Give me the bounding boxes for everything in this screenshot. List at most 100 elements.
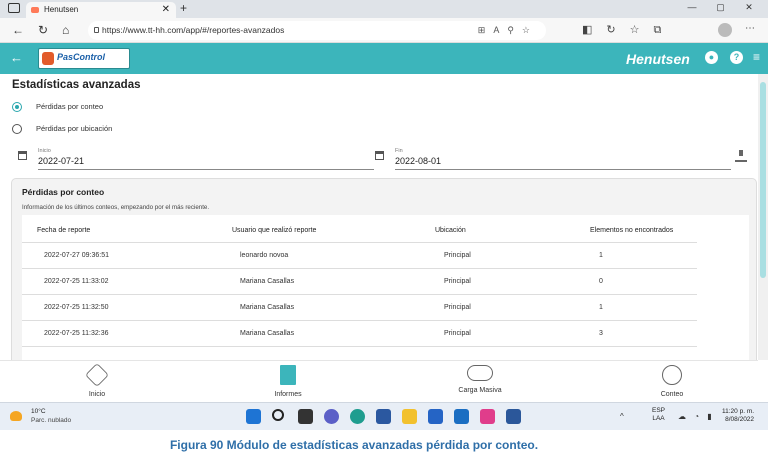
col-elementos[interactable]: Elementos no encontrados <box>590 227 673 234</box>
nav-informes-label: Informes <box>274 391 302 398</box>
table-row[interactable]: 2022-07-25 11:33:02 Mariana Casallas Pri… <box>22 269 697 295</box>
maximize-button[interactable]: ▢ <box>707 2 733 13</box>
app-header: ← PasControl Henutsen ● ? ≡ <box>0 43 768 74</box>
lang-layout: LAA <box>652 415 665 422</box>
radio-perdidas-ubicacion[interactable]: Pérdidas por ubicación <box>12 124 113 135</box>
weather-desc[interactable]: Parc. nublado <box>31 417 71 424</box>
target-icon <box>662 365 682 385</box>
nav-carga-label: Carga Masiva <box>458 387 502 394</box>
favicon-icon <box>31 7 39 13</box>
word-icon[interactable] <box>506 409 521 424</box>
radio-selected-icon[interactable] <box>12 102 22 113</box>
inicio-value[interactable]: 2022-07-21 <box>38 156 84 166</box>
col-usuario[interactable]: Usuario que realizó reporte <box>232 227 316 234</box>
radio-label-conteo: Pérdidas por conteo <box>36 102 104 111</box>
taskbar-clock[interactable]: 11:20 p. m. 8/08/2022 <box>722 408 754 424</box>
file-explorer-icon[interactable] <box>402 409 417 424</box>
chat-icon[interactable] <box>324 409 339 424</box>
cell-ubicacion: Principal <box>444 278 471 285</box>
cell-elementos: 1 <box>599 304 603 311</box>
fin-label: Fin <box>395 148 403 154</box>
radio-perdidas-conteo[interactable]: Pérdidas por conteo <box>12 102 104 113</box>
refresh-icon[interactable]: ↻ <box>38 23 48 37</box>
nav-informes[interactable]: Informes <box>243 365 333 398</box>
address-bar-row: ← ↻ ⌂ https://www.tt-hh.com/app/#/report… <box>0 18 768 43</box>
app-back-icon[interactable]: ← <box>10 50 23 65</box>
bottom-nav: Inicio Informes Carga Masiva Conteo <box>0 360 758 402</box>
edge-icon[interactable] <box>350 409 365 424</box>
clock-date: 8/08/2022 <box>725 416 755 423</box>
instagram-icon[interactable] <box>480 409 495 424</box>
pascontrol-logo[interactable]: PasControl <box>38 48 130 69</box>
minimize-button[interactable]: — <box>679 2 705 12</box>
main-content: Estadísticas avanzadas Pérdidas por cont… <box>0 74 758 360</box>
page-scrollbar[interactable] <box>758 74 768 360</box>
table-row[interactable]: 2022-07-25 11:32:50 Mariana Casallas Pri… <box>22 295 697 321</box>
browser-toolbar-icons[interactable]: ◧↻☆⧉ <box>582 23 675 37</box>
cell-elementos: 1 <box>599 252 603 259</box>
tray-icons[interactable]: ☁ ◔ ▮ <box>678 412 715 421</box>
cell-usuario: leonardo novoa <box>240 252 289 259</box>
nav-inicio[interactable]: Inicio <box>52 362 142 398</box>
tray-chevron-icon[interactable]: ^ <box>620 412 624 421</box>
radio-unselected-icon[interactable] <box>12 124 22 135</box>
tab-close-icon[interactable]: ✕ <box>162 2 170 18</box>
weather-icon[interactable] <box>10 411 22 421</box>
new-tab-button[interactable]: + <box>180 1 187 15</box>
windows-taskbar: 10°C Parc. nublado ^ ESP LAA ☁ ◔ ▮ 11:20… <box>0 402 768 430</box>
more-icon[interactable]: ⋯ <box>745 23 755 34</box>
cell-ubicacion: Principal <box>444 304 471 311</box>
close-window-button[interactable]: ✕ <box>736 2 762 13</box>
mail-icon[interactable] <box>454 409 469 424</box>
nav-carga-masiva[interactable]: Carga Masiva <box>435 365 525 394</box>
language-indicator[interactable]: ESP LAA <box>652 407 665 423</box>
home-icon[interactable]: ⌂ <box>62 23 69 37</box>
tab-actions-icon[interactable] <box>8 3 20 13</box>
calendar-icon[interactable] <box>18 151 27 160</box>
brand-name: Henutsen <box>626 51 690 67</box>
app-icon[interactable] <box>376 409 391 424</box>
scroll-thumb[interactable] <box>760 82 766 278</box>
table-row[interactable]: 2022-07-25 11:32:36 Mariana Casallas Pri… <box>22 321 697 347</box>
calendar-icon[interactable] <box>375 151 384 160</box>
browser-tab[interactable]: Henutsen ✕ <box>26 2 176 18</box>
report-table: Fecha de reporte Usuario que realizó rep… <box>22 215 749 360</box>
nav-conteo[interactable]: Conteo <box>627 365 717 398</box>
url-field[interactable]: https://www.tt-hh.com/app/#/reportes-ava… <box>88 21 546 40</box>
nav-inicio-label: Inicio <box>88 391 106 398</box>
download-icon[interactable] <box>735 150 747 162</box>
search-icon[interactable] <box>272 409 284 421</box>
help-icon[interactable]: ? <box>730 51 743 64</box>
figure-caption: Figura 90 Módulo de estadísticas avanzad… <box>169 438 539 452</box>
fin-underline <box>395 169 731 170</box>
table-row[interactable]: 2022-07-27 09:36:51 leonardo novoa Princ… <box>22 243 697 269</box>
store-icon[interactable] <box>428 409 443 424</box>
inicio-date-field[interactable]: Inicio 2022-07-21 <box>18 148 374 176</box>
col-ubicacion[interactable]: Ubicación <box>435 227 466 234</box>
url-action-icons[interactable]: ⊞A⚲☆ <box>478 21 538 40</box>
weather-temp[interactable]: 10°C <box>31 408 46 415</box>
fin-value[interactable]: 2022-08-01 <box>395 156 441 166</box>
start-icon[interactable] <box>246 409 261 424</box>
menu-icon[interactable]: ≡ <box>753 51 760 63</box>
col-fecha[interactable]: Fecha de reporte <box>37 227 90 234</box>
user-icon[interactable]: ● <box>705 51 718 64</box>
cell-usuario: Mariana Casallas <box>240 304 295 311</box>
cell-usuario: Mariana Casallas <box>240 278 295 285</box>
perdidas-conteo-card: Pérdidas por conteo Información de los ú… <box>11 178 757 360</box>
cell-elementos: 3 <box>599 330 603 337</box>
radio-label-ubicacion: Pérdidas por ubicación <box>36 124 113 133</box>
task-view-icon[interactable] <box>298 409 313 424</box>
card-title: Pérdidas por conteo <box>22 187 105 197</box>
lang-code: ESP <box>652 407 666 414</box>
nav-conteo-label: Conteo <box>660 391 684 398</box>
screen: Henutsen ✕ + — ▢ ✕ ← ↻ ⌂ https://www.tt-… <box>0 0 768 462</box>
profile-icon[interactable] <box>718 23 732 37</box>
inicio-underline <box>38 169 374 170</box>
back-arrow-icon[interactable]: ← <box>12 23 24 37</box>
cell-fecha: 2022-07-27 09:36:51 <box>44 252 109 259</box>
document-icon <box>280 365 296 385</box>
page-title: Estadísticas avanzadas <box>12 79 141 91</box>
fin-date-field[interactable]: Fin 2022-08-01 <box>375 148 731 176</box>
cell-fecha: 2022-07-25 11:32:50 <box>44 304 109 311</box>
